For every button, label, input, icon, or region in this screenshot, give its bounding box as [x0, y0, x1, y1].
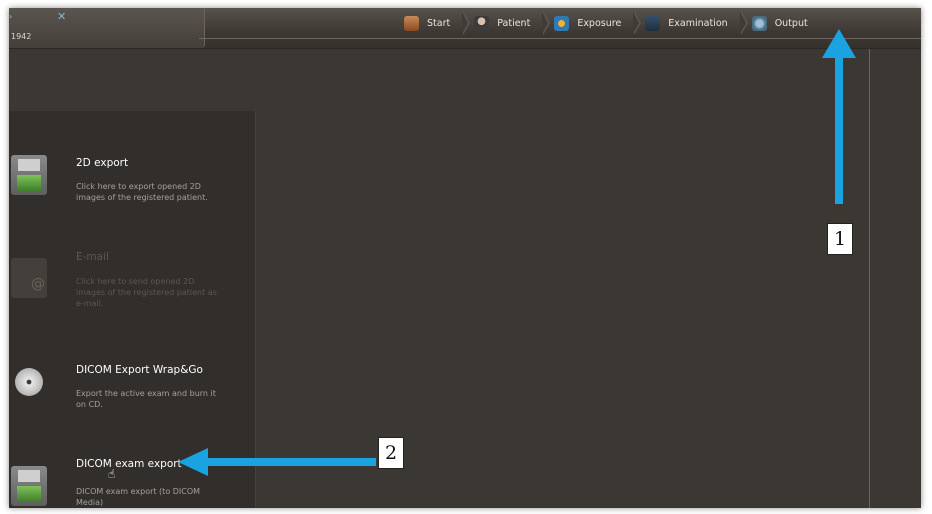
- export-item-description: Click here to export opened 2D images of…: [76, 182, 208, 202]
- step-patient[interactable]: Patient: [474, 10, 554, 36]
- export-item-dicom-wrap-go[interactable]: DICOM Export Wrap&Go Export the active e…: [9, 311, 255, 411]
- patient-tab[interactable]: › ✕ 1942: [9, 8, 205, 48]
- floppy-icon: [11, 155, 47, 195]
- output-icon: [751, 15, 767, 31]
- step-separator-icon: [739, 11, 748, 35]
- step-patient-label: Patient: [497, 17, 531, 29]
- step-examination[interactable]: Examination: [645, 10, 751, 36]
- step-output[interactable]: Output: [751, 10, 832, 36]
- floppy-icon: [11, 466, 47, 506]
- export-panel: 2D export Click here to export opened 2D…: [9, 111, 256, 508]
- export-item-description: DICOM exam export (to DICOM Media): [76, 487, 201, 507]
- step-exposure-label: Exposure: [577, 17, 622, 29]
- application-window: › ✕ 1942 Start Patient Exposure Examinat…: [9, 8, 921, 508]
- step-output-label: Output: [774, 17, 808, 29]
- export-item-title: 2D export: [76, 157, 129, 169]
- callout-number-2: 2: [378, 437, 404, 469]
- export-item-email: E-mail Click here to send opened 2D imag…: [9, 206, 255, 311]
- step-start-label: Start: [427, 17, 451, 29]
- export-item-title: E-mail: [76, 251, 109, 263]
- patient-birth-year: 1942: [11, 32, 32, 41]
- top-navigation-bar: › ✕ 1942 Start Patient Exposure Examinat…: [9, 8, 921, 49]
- export-item-description: Click here to send opened 2D images of t…: [76, 277, 217, 308]
- step-separator-icon: [542, 11, 551, 35]
- step-examination-label: Examination: [668, 17, 728, 29]
- callout-number-1: 1: [827, 223, 853, 255]
- examination-icon: [645, 15, 661, 31]
- hand-cursor-icon: ☝: [108, 467, 116, 481]
- export-item-title: DICOM Export Wrap&Go: [76, 364, 203, 376]
- start-house-icon: [404, 15, 419, 31]
- patient-icon: [474, 15, 490, 31]
- export-item-description: Export the active exam and burn it on CD…: [76, 389, 216, 409]
- step-separator-icon: [462, 11, 471, 35]
- cd-icon: [15, 368, 43, 396]
- export-item-title: DICOM exam export: [76, 458, 182, 470]
- export-item-dicom-exam[interactable]: DICOM exam export DICOM exam export (to …: [9, 411, 255, 508]
- export-item-2d[interactable]: 2D export Click here to export opened 2D…: [9, 111, 255, 206]
- right-panel-divider: [869, 49, 870, 508]
- patient-caret: ›: [9, 12, 13, 21]
- tab-underline: [199, 38, 921, 39]
- step-separator-icon: [633, 11, 642, 35]
- step-exposure[interactable]: Exposure: [554, 10, 645, 36]
- step-start[interactable]: Start: [404, 10, 474, 36]
- email-icon: [11, 258, 47, 298]
- exposure-icon: [554, 15, 570, 31]
- workflow-steps: Start Patient Exposure Examination Outpu: [404, 8, 832, 38]
- close-patient-icon[interactable]: ✕: [57, 10, 66, 23]
